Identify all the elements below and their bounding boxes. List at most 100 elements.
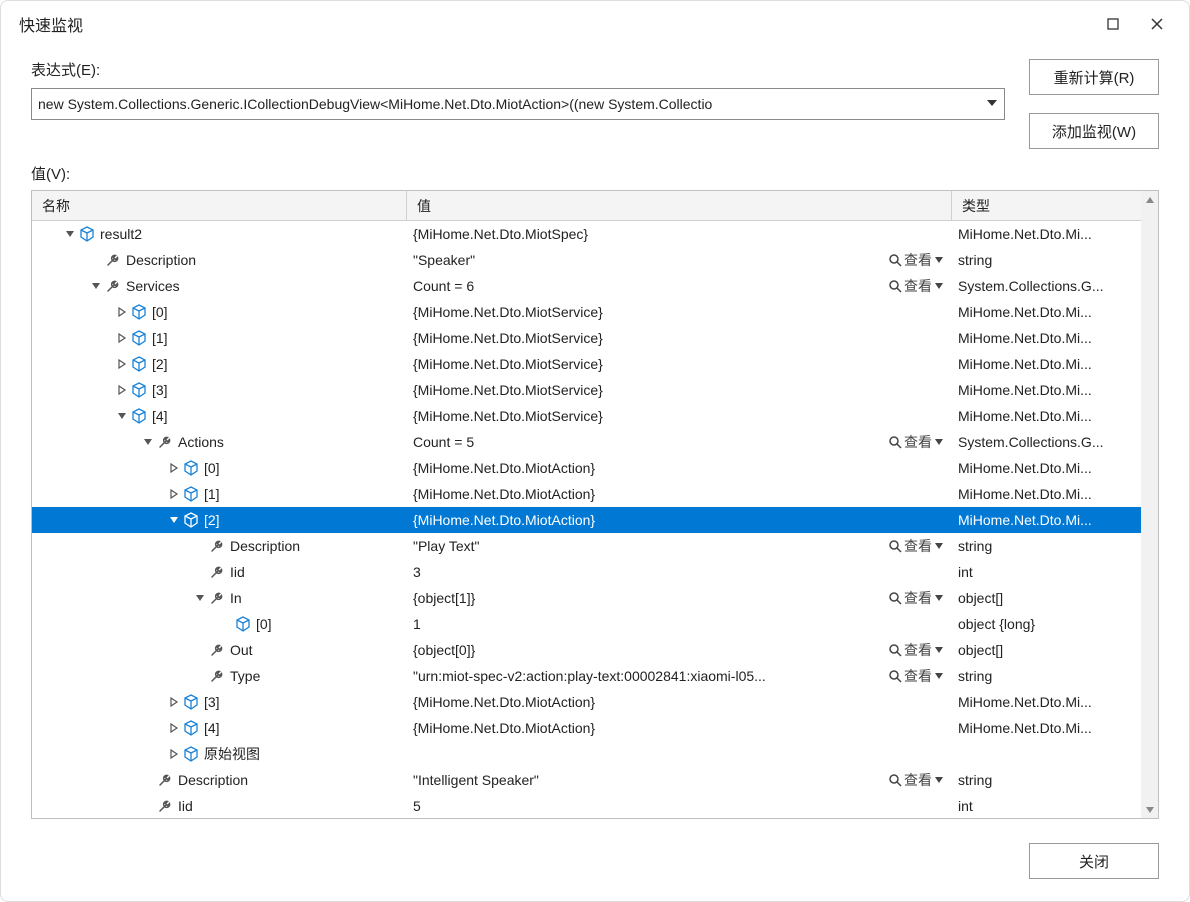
- row-name: [4]: [152, 408, 168, 424]
- collapse-icon[interactable]: [62, 226, 78, 242]
- cell-value: {MiHome.Net.Dto.MiotAction}: [407, 715, 952, 741]
- cell-value: Count = 5查看: [407, 429, 952, 455]
- cell-name: 原始视图: [32, 741, 407, 767]
- column-header-value[interactable]: 值: [407, 191, 952, 220]
- visualizer-button[interactable]: 查看: [888, 432, 948, 452]
- visualizer-button[interactable]: 查看: [888, 588, 948, 608]
- collapse-icon[interactable]: [88, 278, 104, 294]
- property-icon: [208, 563, 226, 581]
- cell-name: Services: [32, 273, 407, 299]
- collapse-icon[interactable]: [140, 434, 156, 450]
- row-value: "urn:miot-spec-v2:action:play-text:00002…: [407, 668, 888, 684]
- cell-value: {MiHome.Net.Dto.MiotSpec}: [407, 221, 952, 247]
- add-watch-button[interactable]: 添加监视(W): [1029, 113, 1159, 149]
- tree-row[interactable]: [2]{MiHome.Net.Dto.MiotAction}MiHome.Net…: [32, 507, 1141, 533]
- chevron-down-icon[interactable]: [984, 96, 1000, 112]
- object-icon: [130, 407, 148, 425]
- row-type: MiHome.Net.Dto.Mi...: [952, 330, 1092, 346]
- row-value: {object[1]}: [407, 590, 888, 606]
- tree-row[interactable]: result2{MiHome.Net.Dto.MiotSpec}MiHome.N…: [32, 221, 1141, 247]
- close-dialog-button[interactable]: 关闭: [1029, 843, 1159, 879]
- tree-row[interactable]: ActionsCount = 5查看System.Collections.G..…: [32, 429, 1141, 455]
- tree-row[interactable]: Description"Intelligent Speaker"查看string: [32, 767, 1141, 793]
- cell-name: Actions: [32, 429, 407, 455]
- cell-type: string: [952, 533, 1141, 559]
- tree-row[interactable]: 原始视图: [32, 741, 1141, 767]
- row-name: [3]: [204, 694, 220, 710]
- vertical-scrollbar[interactable]: [1141, 191, 1158, 818]
- expand-icon[interactable]: [166, 694, 182, 710]
- cell-type: MiHome.Net.Dto.Mi...: [952, 715, 1141, 741]
- cell-type: MiHome.Net.Dto.Mi...: [952, 299, 1141, 325]
- row-type: string: [952, 538, 992, 554]
- tree-row[interactable]: ServicesCount = 6查看System.Collections.G.…: [32, 273, 1141, 299]
- row-name: 原始视图: [204, 744, 260, 764]
- row-type: int: [952, 798, 973, 814]
- tree-row[interactable]: In{object[1]}查看object[]: [32, 585, 1141, 611]
- tree-row[interactable]: [4] {MiHome.Net.Dto.MiotAction}MiHome.Net…: [32, 715, 1141, 741]
- tree-row[interactable]: Iid3int: [32, 559, 1141, 585]
- expand-icon[interactable]: [114, 304, 130, 320]
- tree-row[interactable]: [0]{MiHome.Net.Dto.MiotAction}MiHome.Net…: [32, 455, 1141, 481]
- expand-icon[interactable]: [166, 720, 182, 736]
- visualizer-button[interactable]: 查看: [888, 250, 948, 270]
- property-icon: [156, 771, 174, 789]
- tree-row[interactable]: [0]{MiHome.Net.Dto.MiotService}MiHome.Ne…: [32, 299, 1141, 325]
- row-value: {MiHome.Net.Dto.MiotAction}: [407, 720, 948, 736]
- expression-combobox[interactable]: new System.Collections.Generic.ICollecti…: [31, 88, 1005, 120]
- tree-row[interactable]: Iid5int: [32, 793, 1141, 818]
- visualizer-button[interactable]: 查看: [888, 276, 948, 296]
- row-name: [3]: [152, 382, 168, 398]
- tree-row[interactable]: Out{object[0]}查看object[]: [32, 637, 1141, 663]
- maximize-button[interactable]: [1091, 8, 1135, 40]
- row-name: [2]: [204, 512, 220, 528]
- expand-icon[interactable]: [114, 330, 130, 346]
- tree-row[interactable]: [1]{MiHome.Net.Dto.MiotService}MiHome.Ne…: [32, 325, 1141, 351]
- row-name: [4]: [204, 720, 220, 736]
- cell-value: {MiHome.Net.Dto.MiotAction}: [407, 689, 952, 715]
- tree-row[interactable]: Type"urn:miot-spec-v2:action:play-text:0…: [32, 663, 1141, 689]
- visualizer-button[interactable]: 查看: [888, 666, 948, 686]
- expand-icon[interactable]: [166, 486, 182, 502]
- expand-icon[interactable]: [114, 382, 130, 398]
- cell-name: [3]: [32, 689, 407, 715]
- expression-input[interactable]: new System.Collections.Generic.ICollecti…: [38, 96, 984, 112]
- object-icon: [182, 745, 200, 763]
- reevaluate-button[interactable]: 重新计算(R): [1029, 59, 1159, 95]
- visualizer-button[interactable]: 查看: [888, 770, 948, 790]
- scroll-down-icon[interactable]: [1141, 801, 1158, 818]
- cell-name: Description: [32, 247, 407, 273]
- row-name: result2: [100, 226, 142, 242]
- scroll-track[interactable]: [1141, 208, 1158, 801]
- tree-row[interactable]: [3] {MiHome.Net.Dto.MiotService}MiHome.Ne…: [32, 377, 1141, 403]
- row-value: Count = 5: [407, 434, 888, 450]
- tree-row[interactable]: [4] {MiHome.Net.Dto.MiotService}MiHome.Ne…: [32, 403, 1141, 429]
- column-header-type[interactable]: 类型: [952, 191, 1141, 220]
- row-value: {MiHome.Net.Dto.MiotService}: [407, 408, 948, 424]
- row-name: [1]: [204, 486, 220, 502]
- expand-icon[interactable]: [114, 356, 130, 372]
- row-type: MiHome.Net.Dto.Mi...: [952, 408, 1092, 424]
- scroll-up-icon[interactable]: [1141, 191, 1158, 208]
- column-header-name[interactable]: 名称: [32, 191, 407, 220]
- row-value: {MiHome.Net.Dto.MiotService}: [407, 382, 948, 398]
- object-icon: [182, 459, 200, 477]
- expand-icon[interactable]: [166, 746, 182, 762]
- cell-value: {MiHome.Net.Dto.MiotAction}: [407, 481, 952, 507]
- tree-row[interactable]: [0]1object {long}: [32, 611, 1141, 637]
- tree-row[interactable]: Description"Speaker"查看string: [32, 247, 1141, 273]
- row-value: {MiHome.Net.Dto.MiotAction}: [407, 694, 948, 710]
- cell-type: MiHome.Net.Dto.Mi...: [952, 377, 1141, 403]
- close-button[interactable]: [1135, 8, 1179, 40]
- collapse-icon[interactable]: [114, 408, 130, 424]
- visualizer-button[interactable]: 查看: [888, 640, 948, 660]
- tree-row[interactable]: Description"Play Text"查看string: [32, 533, 1141, 559]
- cell-value: 5: [407, 793, 952, 818]
- visualizer-button[interactable]: 查看: [888, 536, 948, 556]
- tree-row[interactable]: [3]{MiHome.Net.Dto.MiotAction}MiHome.Net…: [32, 689, 1141, 715]
- collapse-icon[interactable]: [192, 590, 208, 606]
- tree-row[interactable]: [2]{MiHome.Net.Dto.MiotService}MiHome.Ne…: [32, 351, 1141, 377]
- tree-row[interactable]: [1]{MiHome.Net.Dto.MiotAction}MiHome.Net…: [32, 481, 1141, 507]
- collapse-icon[interactable]: [166, 512, 182, 528]
- expand-icon[interactable]: [166, 460, 182, 476]
